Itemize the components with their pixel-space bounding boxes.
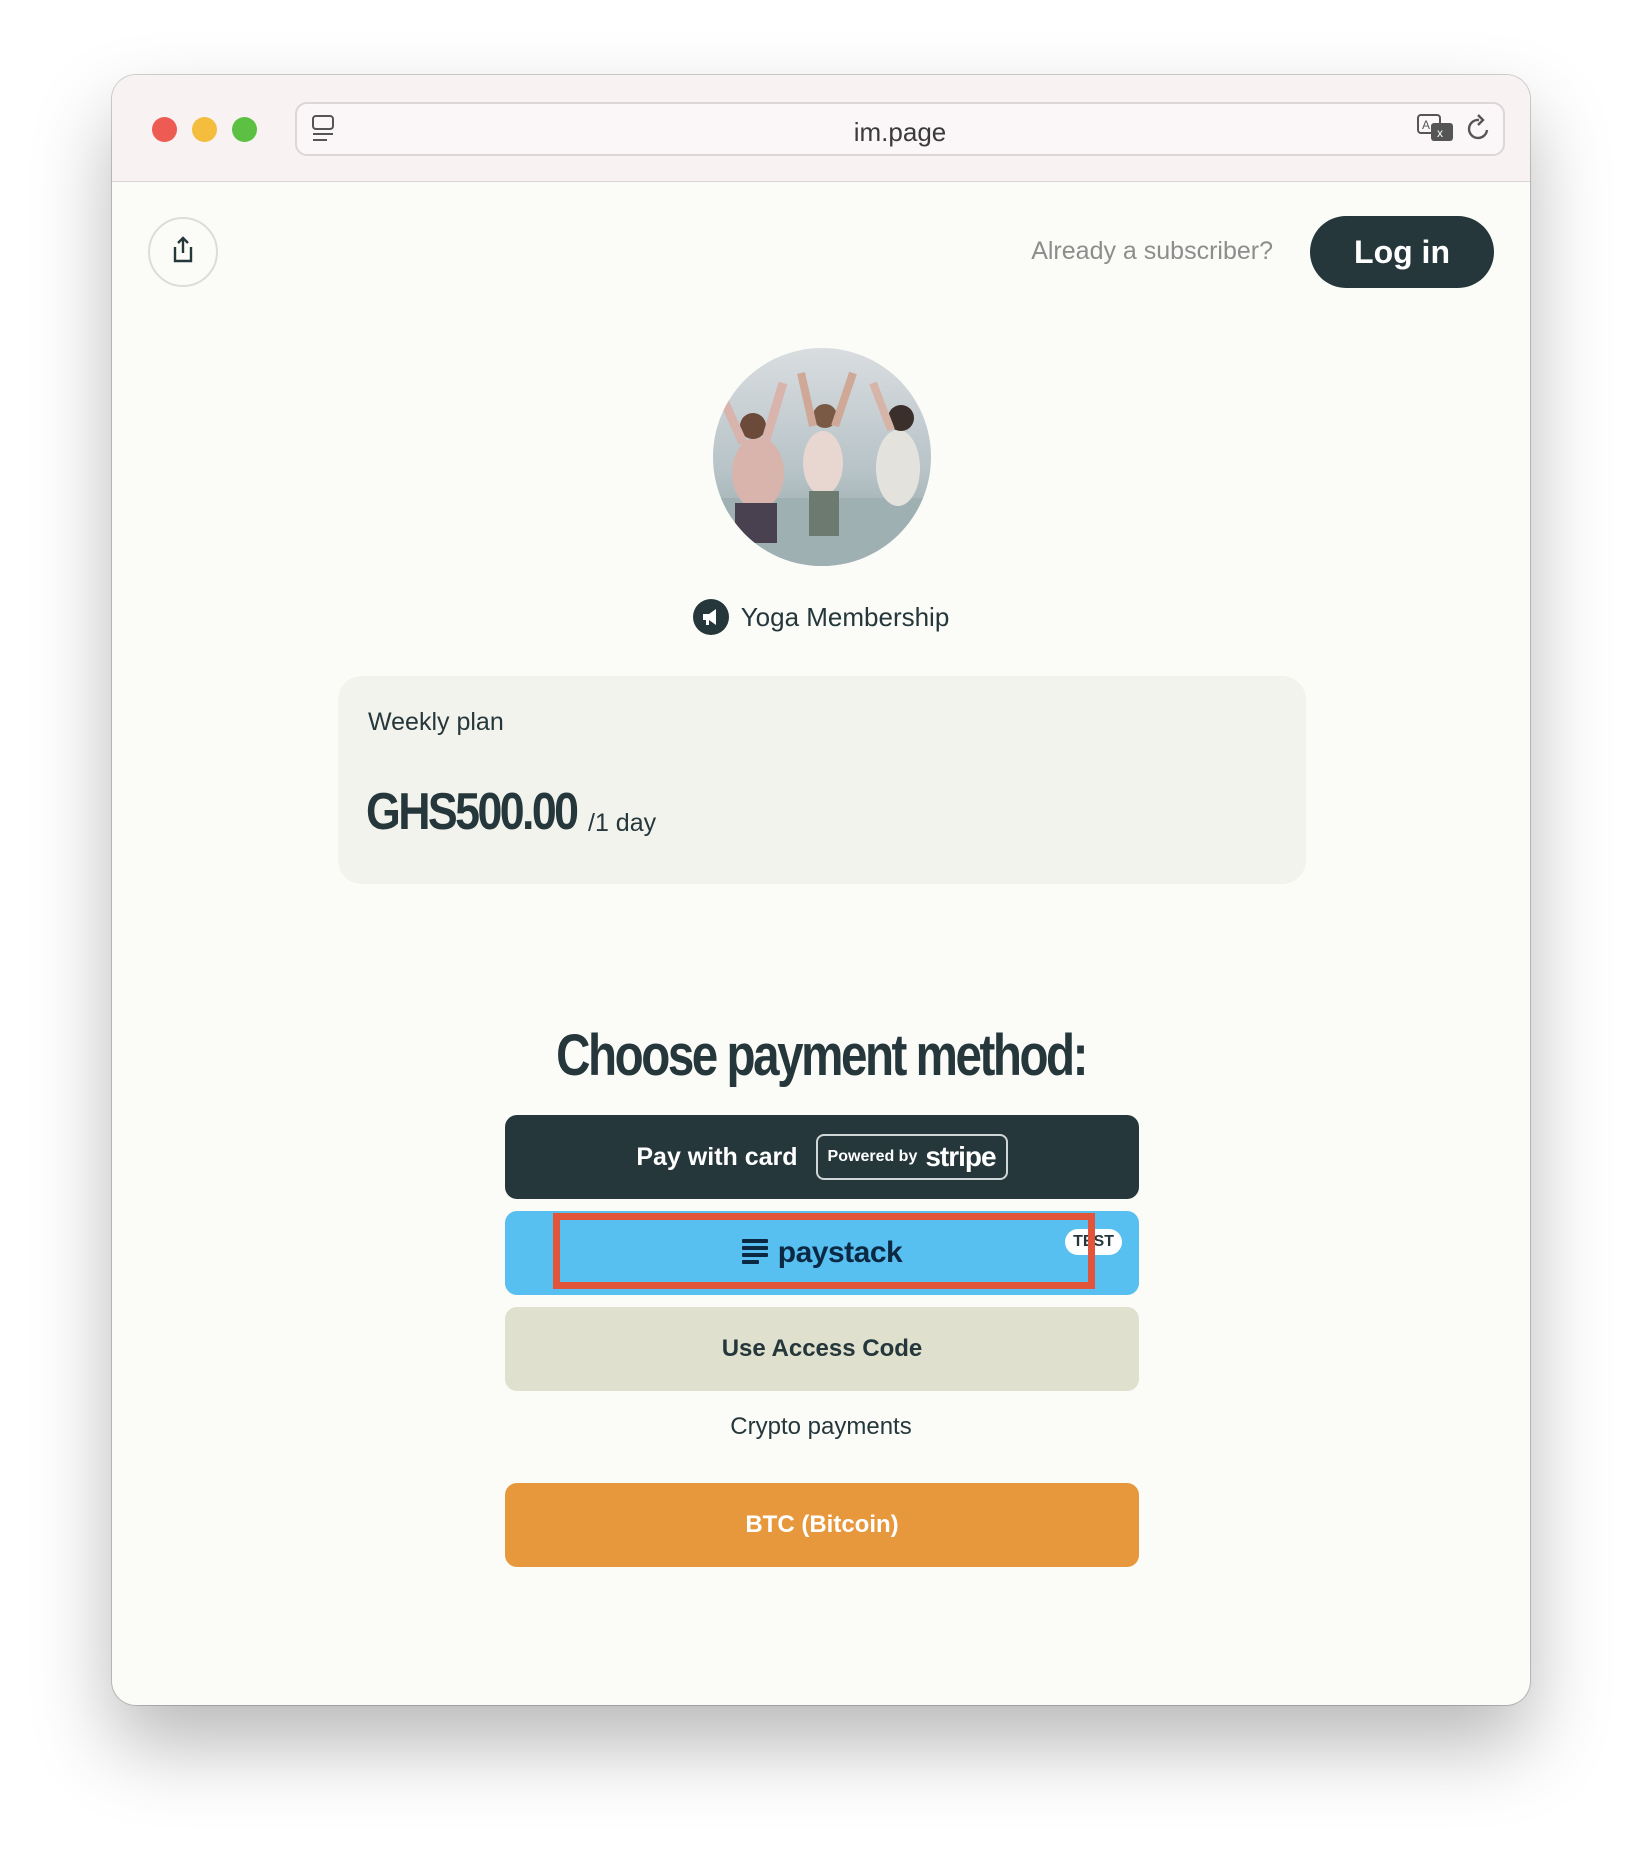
brand-avatar	[713, 348, 931, 566]
btc-button[interactable]: BTC (Bitcoin)	[505, 1483, 1139, 1567]
plan-card[interactable]: Weekly plan GHS500.00 /1 day	[338, 676, 1306, 884]
crypto-payments-heading: Crypto payments	[730, 1413, 912, 1440]
minimize-window-button[interactable]	[192, 117, 217, 142]
brand-name: Yoga Membership	[740, 601, 950, 632]
address-bar[interactable]: im.page A x	[295, 102, 1505, 156]
browser-window: im.page A x Already a subscriber? Log in…	[112, 75, 1530, 1705]
login-button[interactable]: Log in	[1310, 216, 1494, 288]
plan-period: /1 day	[588, 809, 657, 837]
megaphone-icon	[692, 599, 729, 635]
pay-with-card-button[interactable]: Pay with card Powered by stripe	[505, 1115, 1139, 1199]
stripe-logo: stripe	[925, 1141, 996, 1172]
use-access-code-button[interactable]: Use Access Code	[505, 1307, 1139, 1391]
page-content: Already a subscriber? Log in Yoga Member…	[112, 182, 1530, 1705]
title-bar: im.page A x	[112, 75, 1530, 182]
reload-icon[interactable]	[1465, 114, 1493, 149]
translate-icon[interactable]: A x	[1417, 114, 1455, 149]
zoom-window-button[interactable]	[232, 117, 257, 142]
share-icon	[171, 235, 195, 269]
plan-name: Weekly plan	[368, 708, 504, 736]
svg-text:A: A	[1422, 118, 1430, 132]
brand-row: Yoga Membership	[112, 599, 1530, 635]
svg-text:x: x	[1437, 126, 1443, 140]
card-label: Pay with card	[636, 1142, 798, 1171]
share-button[interactable]	[148, 217, 218, 287]
payment-heading: Choose payment method:	[112, 1022, 1530, 1089]
stripe-powered-by: Powered by	[827, 1148, 918, 1165]
close-window-button[interactable]	[152, 117, 177, 142]
subscriber-prompt: Already a subscriber?	[1031, 237, 1273, 265]
url-text: im.page	[853, 117, 947, 147]
stripe-badge: Powered by stripe	[815, 1134, 1008, 1180]
plan-price: GHS500.00	[366, 783, 579, 841]
highlight-annotation	[553, 1213, 1095, 1289]
payment-heading-text: Choose payment method:	[556, 1023, 1088, 1088]
